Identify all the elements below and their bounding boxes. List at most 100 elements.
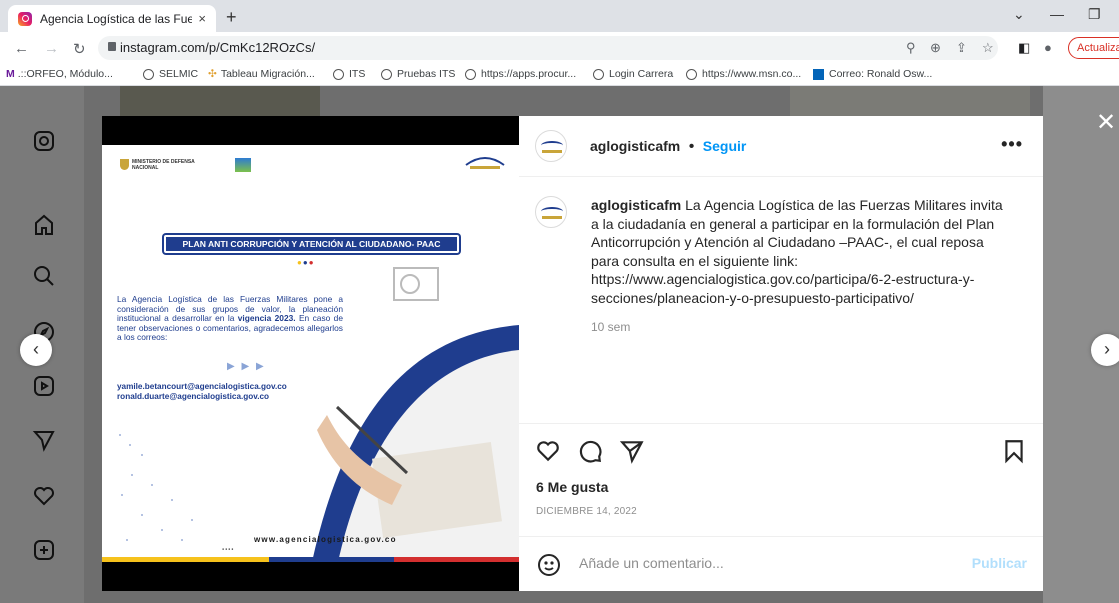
poster-dots: ●●●	[297, 258, 315, 267]
bookmark-label: ORFEO, Módulo...	[26, 68, 113, 80]
bookmark-label: ITS	[349, 68, 366, 80]
reload-icon[interactable]: ↻	[73, 40, 86, 58]
post-header: aglogisticafm • Seguir •••	[519, 116, 1043, 177]
profile-icon[interactable]: ●	[1044, 40, 1052, 55]
bookmark-star-icon[interactable]: ☆	[982, 40, 994, 56]
caption-username[interactable]: aglogisticafm	[591, 197, 681, 213]
reels-icon[interactable]	[32, 374, 56, 398]
post-modal: MINISTERIO DE DEFENSA NACIONAL PLAN ANTI…	[102, 116, 1043, 591]
zoom-search-icon[interactable]: ⚲	[906, 40, 916, 56]
poster-email: ronald.duarte@agencialogistica.gov.co	[117, 392, 270, 401]
poster-color-stripe	[102, 557, 519, 562]
separator: •	[688, 138, 695, 155]
bookmark-correo[interactable]: Correo: Ronald Osw...	[813, 68, 932, 80]
bookmark-orfeo[interactable]: M.:: ORFEO, Módulo...	[6, 68, 113, 80]
poster-social-icons: ● ● ● ●	[222, 547, 234, 551]
next-post-icon[interactable]: ›	[1091, 334, 1119, 366]
post-side-panel: aglogisticafm • Seguir ••• aglogisticafm…	[519, 116, 1043, 591]
bookmark-msn[interactable]: https://www.msn.co...	[686, 68, 801, 80]
bookmarks-bar: M.:: ORFEO, Módulo... SELMIC ✣ Tableau Mi…	[0, 64, 1119, 86]
bookmark-label: https://apps.procur...	[481, 68, 577, 80]
globe-icon	[593, 68, 604, 80]
post-image: MINISTERIO DE DEFENSA NACIONAL PLAN ANTI…	[102, 145, 519, 562]
browser-tab[interactable]: Agencia Logística de las Fuerzas ×	[8, 5, 216, 32]
tab-title: Agencia Logística de las Fuerzas	[40, 11, 193, 26]
publish-button[interactable]: Publicar	[972, 555, 1027, 571]
tab-close-icon[interactable]: ×	[198, 11, 206, 26]
orfeo-icon: M	[6, 68, 15, 80]
comment-bar: Añade un comentario... Publicar	[519, 536, 1043, 591]
poster-email: yamile.betancourt@agencialogistica.gov.c…	[117, 382, 287, 391]
forward-icon[interactable]: →	[44, 40, 59, 57]
instagram-icon[interactable]	[32, 129, 56, 153]
tab-strip: Agencia Logística de las Fuerzas × + ⌄ —…	[0, 0, 1119, 32]
update-button[interactable]: Actualizar	[1068, 37, 1119, 59]
comment-icon[interactable]	[577, 438, 603, 464]
poster-flag-icon	[235, 158, 251, 172]
post-date: DICIEMBRE 14, 2022	[536, 506, 637, 517]
likes-count[interactable]: 6 Me gusta	[536, 479, 608, 495]
bookmark-pruebas-its[interactable]: Pruebas ITS	[381, 68, 455, 80]
poster-ministry-label: MINISTERIO DE DEFENSA NACIONAL	[132, 159, 195, 171]
emoji-icon[interactable]	[537, 553, 561, 577]
share-icon[interactable]: ⇪	[956, 40, 967, 56]
poster-body: La Agencia Logística de las Fuerzas Mili…	[117, 294, 343, 343]
share-icon[interactable]	[619, 438, 645, 464]
lock-icon[interactable]	[108, 42, 116, 51]
like-heart-icon[interactable]	[535, 438, 561, 464]
globe-icon	[333, 68, 344, 80]
post-actions: 6 Me gusta DICIEMBRE 14, 2022	[519, 423, 1043, 544]
more-options-icon[interactable]: •••	[1001, 134, 1023, 155]
restore-icon[interactable]: ❐	[1088, 6, 1101, 23]
search-icon[interactable]	[32, 264, 56, 288]
previous-post-icon[interactable]: ‹	[20, 334, 52, 366]
poster-banner: PLAN ANTI CORRUPCIÓN Y ATENCIÓN AL CIUDA…	[164, 235, 459, 253]
notifications-icon[interactable]	[32, 484, 56, 508]
avatar[interactable]	[535, 130, 567, 162]
caption-avatar[interactable]	[535, 196, 567, 228]
back-icon[interactable]: ←	[14, 40, 29, 57]
instagram-favicon-icon	[18, 11, 32, 26]
background-tile	[790, 86, 1030, 116]
side-panel-icon[interactable]: ◧	[1018, 40, 1030, 56]
username[interactable]: aglogisticafm	[590, 138, 680, 154]
zoom-icon[interactable]: ⊕	[930, 40, 941, 56]
bookmark-selmic[interactable]: SELMIC	[143, 68, 198, 80]
bookmark-label: Pruebas ITS	[397, 68, 456, 80]
bookmark-tableau[interactable]: ✣ Tableau Migración...	[208, 68, 315, 80]
bookmark-apps-procur[interactable]: https://apps.procur...	[465, 68, 576, 80]
header-user-row: aglogisticafm • Seguir	[590, 138, 746, 156]
new-tab-button[interactable]: +	[226, 7, 237, 28]
post-caption: aglogisticafm La Agencia Logística de la…	[591, 196, 1011, 307]
minimize-icon[interactable]: —	[1050, 6, 1064, 22]
messages-icon[interactable]	[32, 428, 56, 452]
save-bookmark-icon[interactable]	[1001, 438, 1027, 464]
background-tile	[120, 86, 320, 116]
create-icon[interactable]	[32, 538, 56, 562]
follow-button[interactable]: Seguir	[703, 138, 747, 154]
globe-icon	[381, 68, 392, 80]
globe-icon	[465, 68, 476, 80]
url-text[interactable]: instagram.com/p/CmKc12ROzCs/	[120, 40, 315, 55]
comment-input[interactable]: Añade un comentario...	[579, 555, 724, 571]
post-media: MINISTERIO DE DEFENSA NACIONAL PLAN ANTI…	[102, 116, 519, 591]
bookmark-label: https://www.msn.co...	[702, 68, 802, 80]
caption-time: 10 sem	[591, 320, 631, 334]
bookmark-login-carrera[interactable]: Login Carrera	[593, 68, 673, 80]
poster-arrows: ▶ ▶ ▶	[227, 361, 266, 372]
caption-text: La Agencia Logística de las Fuerzas Mili…	[591, 197, 1003, 306]
close-modal-icon[interactable]: ✕	[1096, 108, 1116, 137]
outlook-icon	[813, 68, 824, 80]
bookmark-its[interactable]: ITS	[333, 68, 365, 80]
poster-emails: yamile.betancourt@agencialogistica.gov.c…	[117, 382, 287, 402]
home-icon[interactable]	[32, 213, 56, 237]
tab-search-icon[interactable]: ⌄	[1013, 6, 1025, 23]
poster-decoration	[119, 267, 519, 562]
globe-icon	[143, 68, 154, 80]
bookmark-label: Login Carrera	[609, 68, 674, 80]
globe-icon	[686, 68, 697, 80]
poster-body-bold: vigencia 2023.	[237, 313, 296, 323]
tableau-icon: ✣	[208, 68, 217, 80]
bookmark-label: Correo: Ronald Osw...	[829, 68, 933, 80]
agency-logo-icon	[464, 153, 506, 177]
